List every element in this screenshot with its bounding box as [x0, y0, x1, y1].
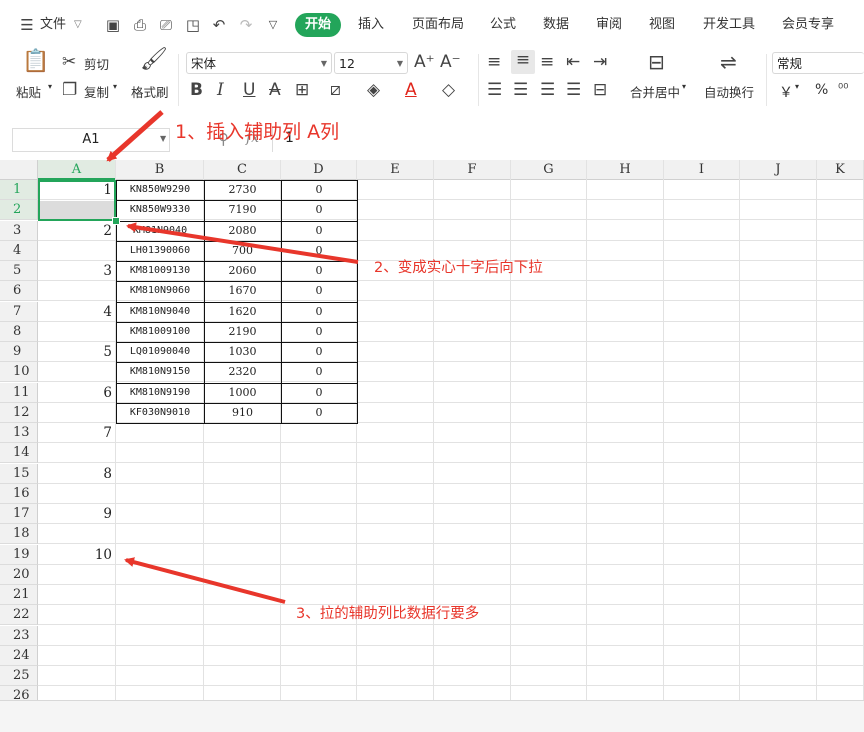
annotation-step2: 2、变成实心十字后向下拉: [374, 260, 543, 276]
arrow-step2: [126, 222, 359, 264]
annotation-step1: 1、插入辅助列 A列: [175, 121, 340, 143]
sheet-tabs-bar: [0, 700, 864, 732]
arrow-step3: [124, 557, 286, 604]
arrow-step1: [106, 110, 164, 162]
annotation-step3: 3、拉的辅助列比数据行要多: [296, 606, 480, 622]
